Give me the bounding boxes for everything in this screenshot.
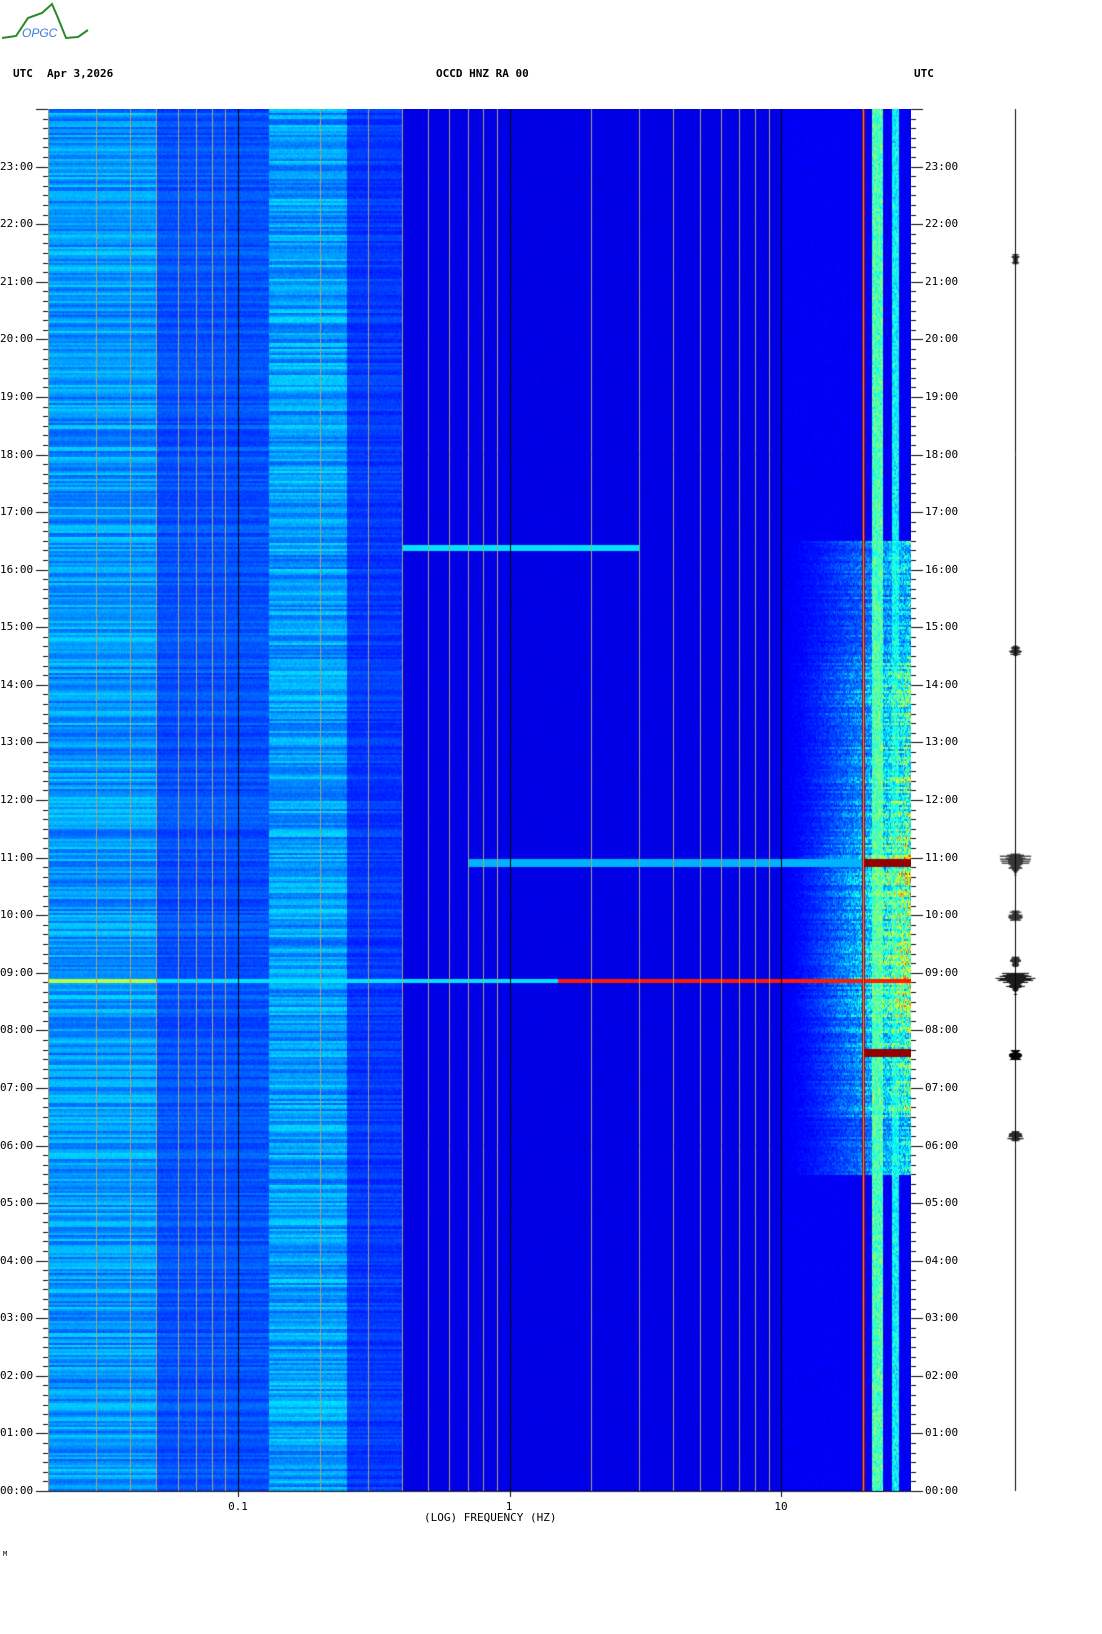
date-label: Apr 3,2026 — [47, 67, 114, 80]
y-tick-label: 18:00 — [0, 447, 34, 461]
y-tick-label: 19:00 — [0, 389, 34, 403]
axes-ticks — [0, 100, 1102, 1520]
y-tick-label: 08:00 — [0, 1023, 34, 1037]
logo-text: OPGC — [22, 26, 58, 40]
x-tick-label: 0.1 — [228, 1500, 248, 1513]
x-tick-label: 10 — [774, 1500, 788, 1513]
y-tick-label: 15:00 — [925, 620, 959, 634]
y-tick-label: 13:00 — [925, 735, 959, 749]
y-tick-label: 10:00 — [925, 908, 959, 922]
y-tick-label: 13:00 — [0, 735, 34, 749]
y-tick-label: 04:00 — [0, 1253, 34, 1267]
y-tick-label: 07:00 — [925, 1080, 959, 1094]
y-tick-label: 17:00 — [925, 505, 959, 519]
footer-mark: M — [3, 1550, 8, 1558]
y-tick-label: 14:00 — [925, 677, 959, 691]
y-tick-label: 20:00 — [925, 332, 959, 346]
y-tick-label: 03:00 — [925, 1311, 959, 1325]
y-tick-label: 05:00 — [0, 1196, 34, 1210]
y-tick-label: 01:00 — [0, 1426, 34, 1440]
y-tick-label: 06:00 — [0, 1138, 34, 1152]
station-title: OCCD HNZ RA 00 — [436, 67, 529, 80]
seismogram-trace — [990, 100, 1040, 1500]
y-tick-label: 02:00 — [0, 1368, 34, 1382]
opgc-logo: OPGC — [0, 0, 95, 45]
y-tick-label: 03:00 — [0, 1311, 34, 1325]
y-tick-label: 17:00 — [0, 505, 34, 519]
y-tick-label: 21:00 — [0, 274, 34, 288]
y-tick-label: 09:00 — [0, 965, 34, 979]
y-tick-label: 19:00 — [925, 389, 959, 403]
y-tick-label: 06:00 — [925, 1138, 959, 1152]
y-tick-label: 01:00 — [925, 1426, 959, 1440]
right-timezone: UTC — [914, 67, 934, 80]
y-tick-label: 16:00 — [0, 562, 34, 576]
y-tick-label: 12:00 — [925, 793, 959, 806]
y-tick-label: 14:00 — [0, 677, 34, 691]
x-axis-label: (LOG) FREQUENCY (HZ) — [424, 1511, 557, 1524]
y-tick-label: 11:00 — [925, 850, 959, 864]
y-tick-label: 00:00 — [0, 1484, 34, 1497]
y-tick-label: 23:00 — [925, 159, 959, 173]
y-tick-label: 18:00 — [925, 447, 959, 461]
y-tick-label: 10:00 — [0, 908, 34, 922]
y-tick-label: 04:00 — [925, 1253, 959, 1267]
y-tick-label: 23:00 — [0, 159, 34, 173]
y-tick-label: 09:00 — [925, 965, 959, 979]
y-tick-label: 15:00 — [0, 620, 34, 634]
y-tick-label: 22:00 — [925, 217, 959, 231]
y-tick-label: 12:00 — [0, 793, 34, 806]
y-tick-label: 21:00 — [925, 274, 959, 288]
y-tick-label: 08:00 — [925, 1023, 959, 1037]
y-tick-label: 20:00 — [0, 332, 34, 346]
y-tick-label: 11:00 — [0, 850, 34, 864]
y-tick-label: 22:00 — [0, 217, 34, 231]
y-tick-label: 07:00 — [0, 1080, 34, 1094]
y-tick-label: 16:00 — [925, 562, 959, 576]
left-timezone: UTC — [13, 67, 33, 80]
y-tick-label: 05:00 — [925, 1196, 959, 1210]
y-tick-label: 02:00 — [925, 1368, 959, 1382]
y-tick-label: 00:00 — [925, 1484, 959, 1497]
